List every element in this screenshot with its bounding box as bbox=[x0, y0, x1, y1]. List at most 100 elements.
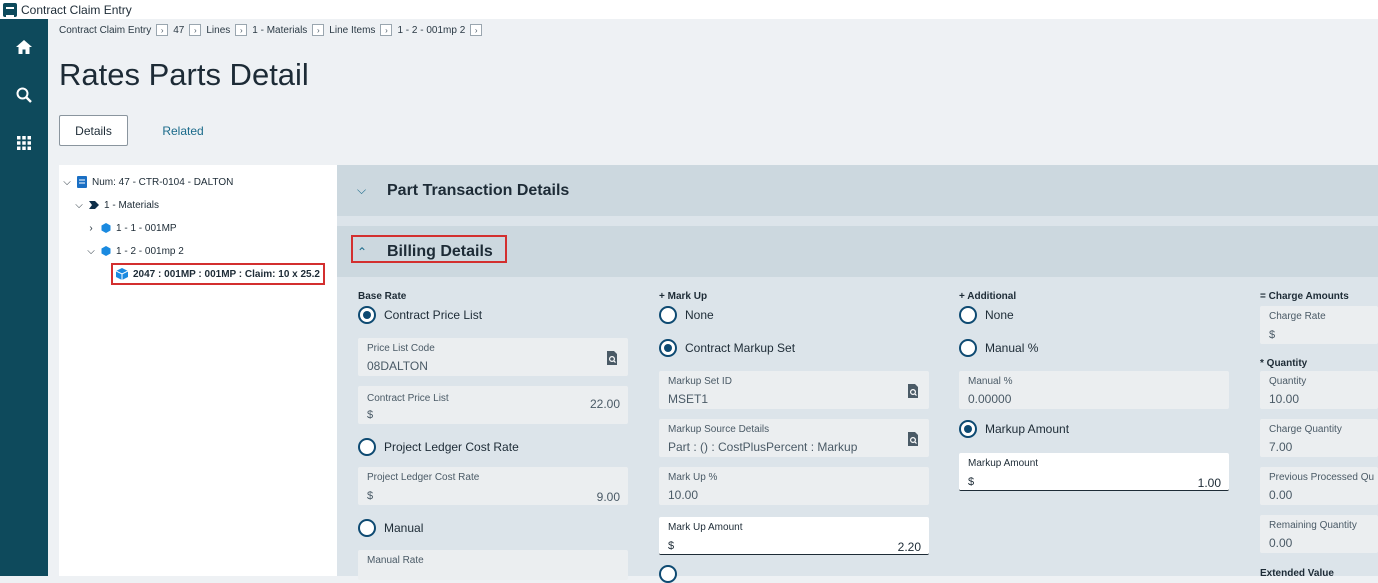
window-title: Contract Claim Entry bbox=[21, 2, 132, 17]
radio-unselected-icon[interactable] bbox=[959, 306, 977, 324]
chevron-right-icon[interactable]: › bbox=[470, 24, 483, 36]
radio-contract-price-list[interactable]: Contract Price List bbox=[358, 306, 482, 324]
radio-label: None bbox=[985, 308, 1014, 322]
field-label: Quantity bbox=[1269, 376, 1307, 387]
markup-source-field[interactable]: Markup Source Details Part : () : CostPl… bbox=[659, 419, 929, 457]
radio-unselected-icon[interactable] bbox=[358, 519, 376, 537]
field-value: 08DALTON bbox=[367, 359, 428, 373]
field-label: Manual Rate bbox=[367, 555, 424, 566]
tree-node-root[interactable]: ⌵ Num: 47 - CTR-0104 - DALTON bbox=[61, 174, 233, 190]
markup-amount-field[interactable]: Mark Up Amount $ 2.20 bbox=[659, 517, 929, 555]
tag-icon bbox=[89, 201, 99, 209]
markup-percent-field: Mark Up % 10.00 bbox=[659, 467, 929, 505]
chevron-down-icon[interactable]: ⌵ bbox=[85, 246, 97, 257]
currency-symbol: $ bbox=[968, 476, 975, 488]
tab-related[interactable]: Related bbox=[158, 115, 208, 146]
field-value: 0.00 bbox=[1269, 488, 1293, 502]
field-label: Mark Up % bbox=[668, 472, 718, 483]
field-label: Markup Set ID bbox=[668, 376, 732, 387]
breadcrumb-item[interactable]: 47 bbox=[173, 25, 184, 36]
radio-selected-icon[interactable] bbox=[659, 339, 677, 357]
field-value: 0.00 bbox=[1269, 536, 1293, 550]
chevron-down-icon[interactable]: ⌵ bbox=[357, 183, 371, 198]
tree-node-label: 1 - Materials bbox=[104, 199, 160, 211]
section-part-transaction[interactable]: ⌵ Part Transaction Details bbox=[337, 165, 1378, 216]
radio-label: Contract Markup Set bbox=[685, 341, 796, 355]
home-icon[interactable] bbox=[12, 35, 36, 59]
field-label: Mark Up Amount bbox=[668, 522, 743, 533]
section-title: Part Transaction Details bbox=[387, 181, 570, 199]
field-label: Manual % bbox=[968, 376, 1013, 387]
chevron-down-icon[interactable]: ⌵ bbox=[61, 177, 73, 188]
hexagon-icon bbox=[101, 246, 111, 256]
breadcrumb-item[interactable]: Contract Claim Entry bbox=[59, 25, 151, 36]
markup-set-id-field[interactable]: Markup Set ID MSET1 bbox=[659, 371, 929, 409]
breadcrumb-item[interactable]: 1 - 2 - 001mp 2 bbox=[397, 25, 465, 36]
base-rate-heading: Base Rate bbox=[358, 291, 407, 302]
radio-unselected-icon[interactable] bbox=[959, 339, 977, 357]
price-list-code-field[interactable]: Price List Code 08DALTON bbox=[358, 338, 628, 376]
record-tree: ⌵ Num: 47 - CTR-0104 - DALTON ⌵ 1 - Mate… bbox=[59, 165, 337, 576]
chevron-right-icon[interactable]: › bbox=[235, 24, 248, 36]
radio-additional-markup-amount[interactable]: Markup Amount bbox=[959, 420, 1069, 438]
chevron-right-icon[interactable]: › bbox=[156, 24, 169, 36]
field-value: MSET1 bbox=[668, 392, 709, 406]
radio-label: Contract Price List bbox=[384, 308, 483, 322]
detail-panel: ⌵ Part Transaction Details ⌃ Billing Det… bbox=[337, 165, 1378, 583]
radio-markup-manual-pct[interactable] bbox=[659, 565, 685, 583]
tree-node-item1[interactable]: › 1 - 1 - 001MP bbox=[85, 220, 177, 236]
currency-symbol: $ bbox=[367, 490, 374, 502]
markup-heading: + Mark Up bbox=[659, 291, 708, 302]
additional-markup-amount-field[interactable]: Markup Amount $ 1.00 bbox=[959, 453, 1229, 491]
tree-node-label: 2047 : 001MP : 001MP : Claim: 10 x 25.2 bbox=[133, 268, 320, 280]
radio-selected-icon[interactable] bbox=[959, 420, 977, 438]
tree-node-label: Num: 47 - CTR-0104 - DALTON bbox=[92, 176, 234, 188]
breadcrumb: Contract Claim Entry › 47 › Lines › 1 - … bbox=[59, 24, 487, 36]
breadcrumb-item[interactable]: 1 - Materials bbox=[252, 25, 307, 36]
radio-manual[interactable]: Manual bbox=[358, 519, 423, 537]
highlight-box bbox=[351, 235, 507, 263]
breadcrumb-item[interactable]: Line Items bbox=[329, 25, 375, 36]
chevron-right-icon[interactable]: › bbox=[85, 223, 97, 234]
field-label: Project Ledger Cost Rate bbox=[367, 472, 480, 483]
ledger-cost-rate-field: Project Ledger Cost Rate $ 9.00 bbox=[358, 467, 628, 505]
nav-rail bbox=[0, 19, 48, 576]
tree-node-item2[interactable]: ⌵ 1 - 2 - 001mp 2 bbox=[85, 243, 184, 259]
additional-heading: + Additional bbox=[959, 291, 1017, 302]
main-area: Contract Claim Entry › 47 › Lines › 1 - … bbox=[48, 19, 1378, 583]
tree-node-selected[interactable]: 2047 : 001MP : 001MP : Claim: 10 x 25.2 bbox=[111, 263, 325, 285]
radio-selected-icon[interactable] bbox=[358, 306, 376, 324]
currency-symbol: $ bbox=[1269, 329, 1276, 341]
field-label: Contract Price List bbox=[367, 393, 449, 404]
field-value: 10.00 bbox=[668, 488, 699, 502]
page-title: Rates Parts Detail bbox=[59, 57, 309, 92]
chevron-right-icon[interactable]: › bbox=[312, 24, 325, 36]
field-value: 2.20 bbox=[897, 540, 921, 554]
radio-unselected-icon[interactable] bbox=[659, 565, 677, 583]
chevron-down-icon[interactable]: ⌵ bbox=[73, 200, 85, 211]
lookup-icon[interactable] bbox=[907, 432, 919, 446]
apps-grid-icon[interactable] bbox=[12, 131, 36, 155]
lookup-icon[interactable] bbox=[606, 351, 618, 365]
radio-markup-none[interactable]: None bbox=[659, 306, 714, 324]
lookup-icon[interactable] bbox=[907, 384, 919, 398]
radio-additional-manual-pct[interactable]: Manual % bbox=[959, 339, 1038, 357]
tree-node-materials[interactable]: ⌵ 1 - Materials bbox=[73, 197, 159, 213]
breadcrumb-item[interactable]: Lines bbox=[206, 25, 230, 36]
tab-details[interactable]: Details bbox=[59, 115, 128, 146]
radio-unselected-icon[interactable] bbox=[659, 306, 677, 324]
charge-rate-field: Charge Rate $ bbox=[1260, 306, 1378, 344]
search-icon[interactable] bbox=[12, 83, 36, 107]
chevron-right-icon[interactable]: › bbox=[189, 24, 202, 36]
radio-additional-none[interactable]: None bbox=[959, 306, 1014, 324]
radio-label: Manual bbox=[384, 521, 424, 535]
chevron-right-icon[interactable]: › bbox=[380, 24, 393, 36]
radio-contract-markup-set[interactable]: Contract Markup Set bbox=[659, 339, 795, 357]
field-label: Charge Quantity bbox=[1269, 424, 1342, 435]
field-value: 0.00000 bbox=[968, 392, 1012, 406]
radio-unselected-icon[interactable] bbox=[358, 438, 376, 456]
radio-project-ledger[interactable]: Project Ledger Cost Rate bbox=[358, 438, 519, 456]
tree-node-label: 1 - 1 - 001MP bbox=[116, 222, 177, 234]
field-label: Price List Code bbox=[367, 343, 435, 354]
field-value: 22.00 bbox=[589, 397, 620, 411]
